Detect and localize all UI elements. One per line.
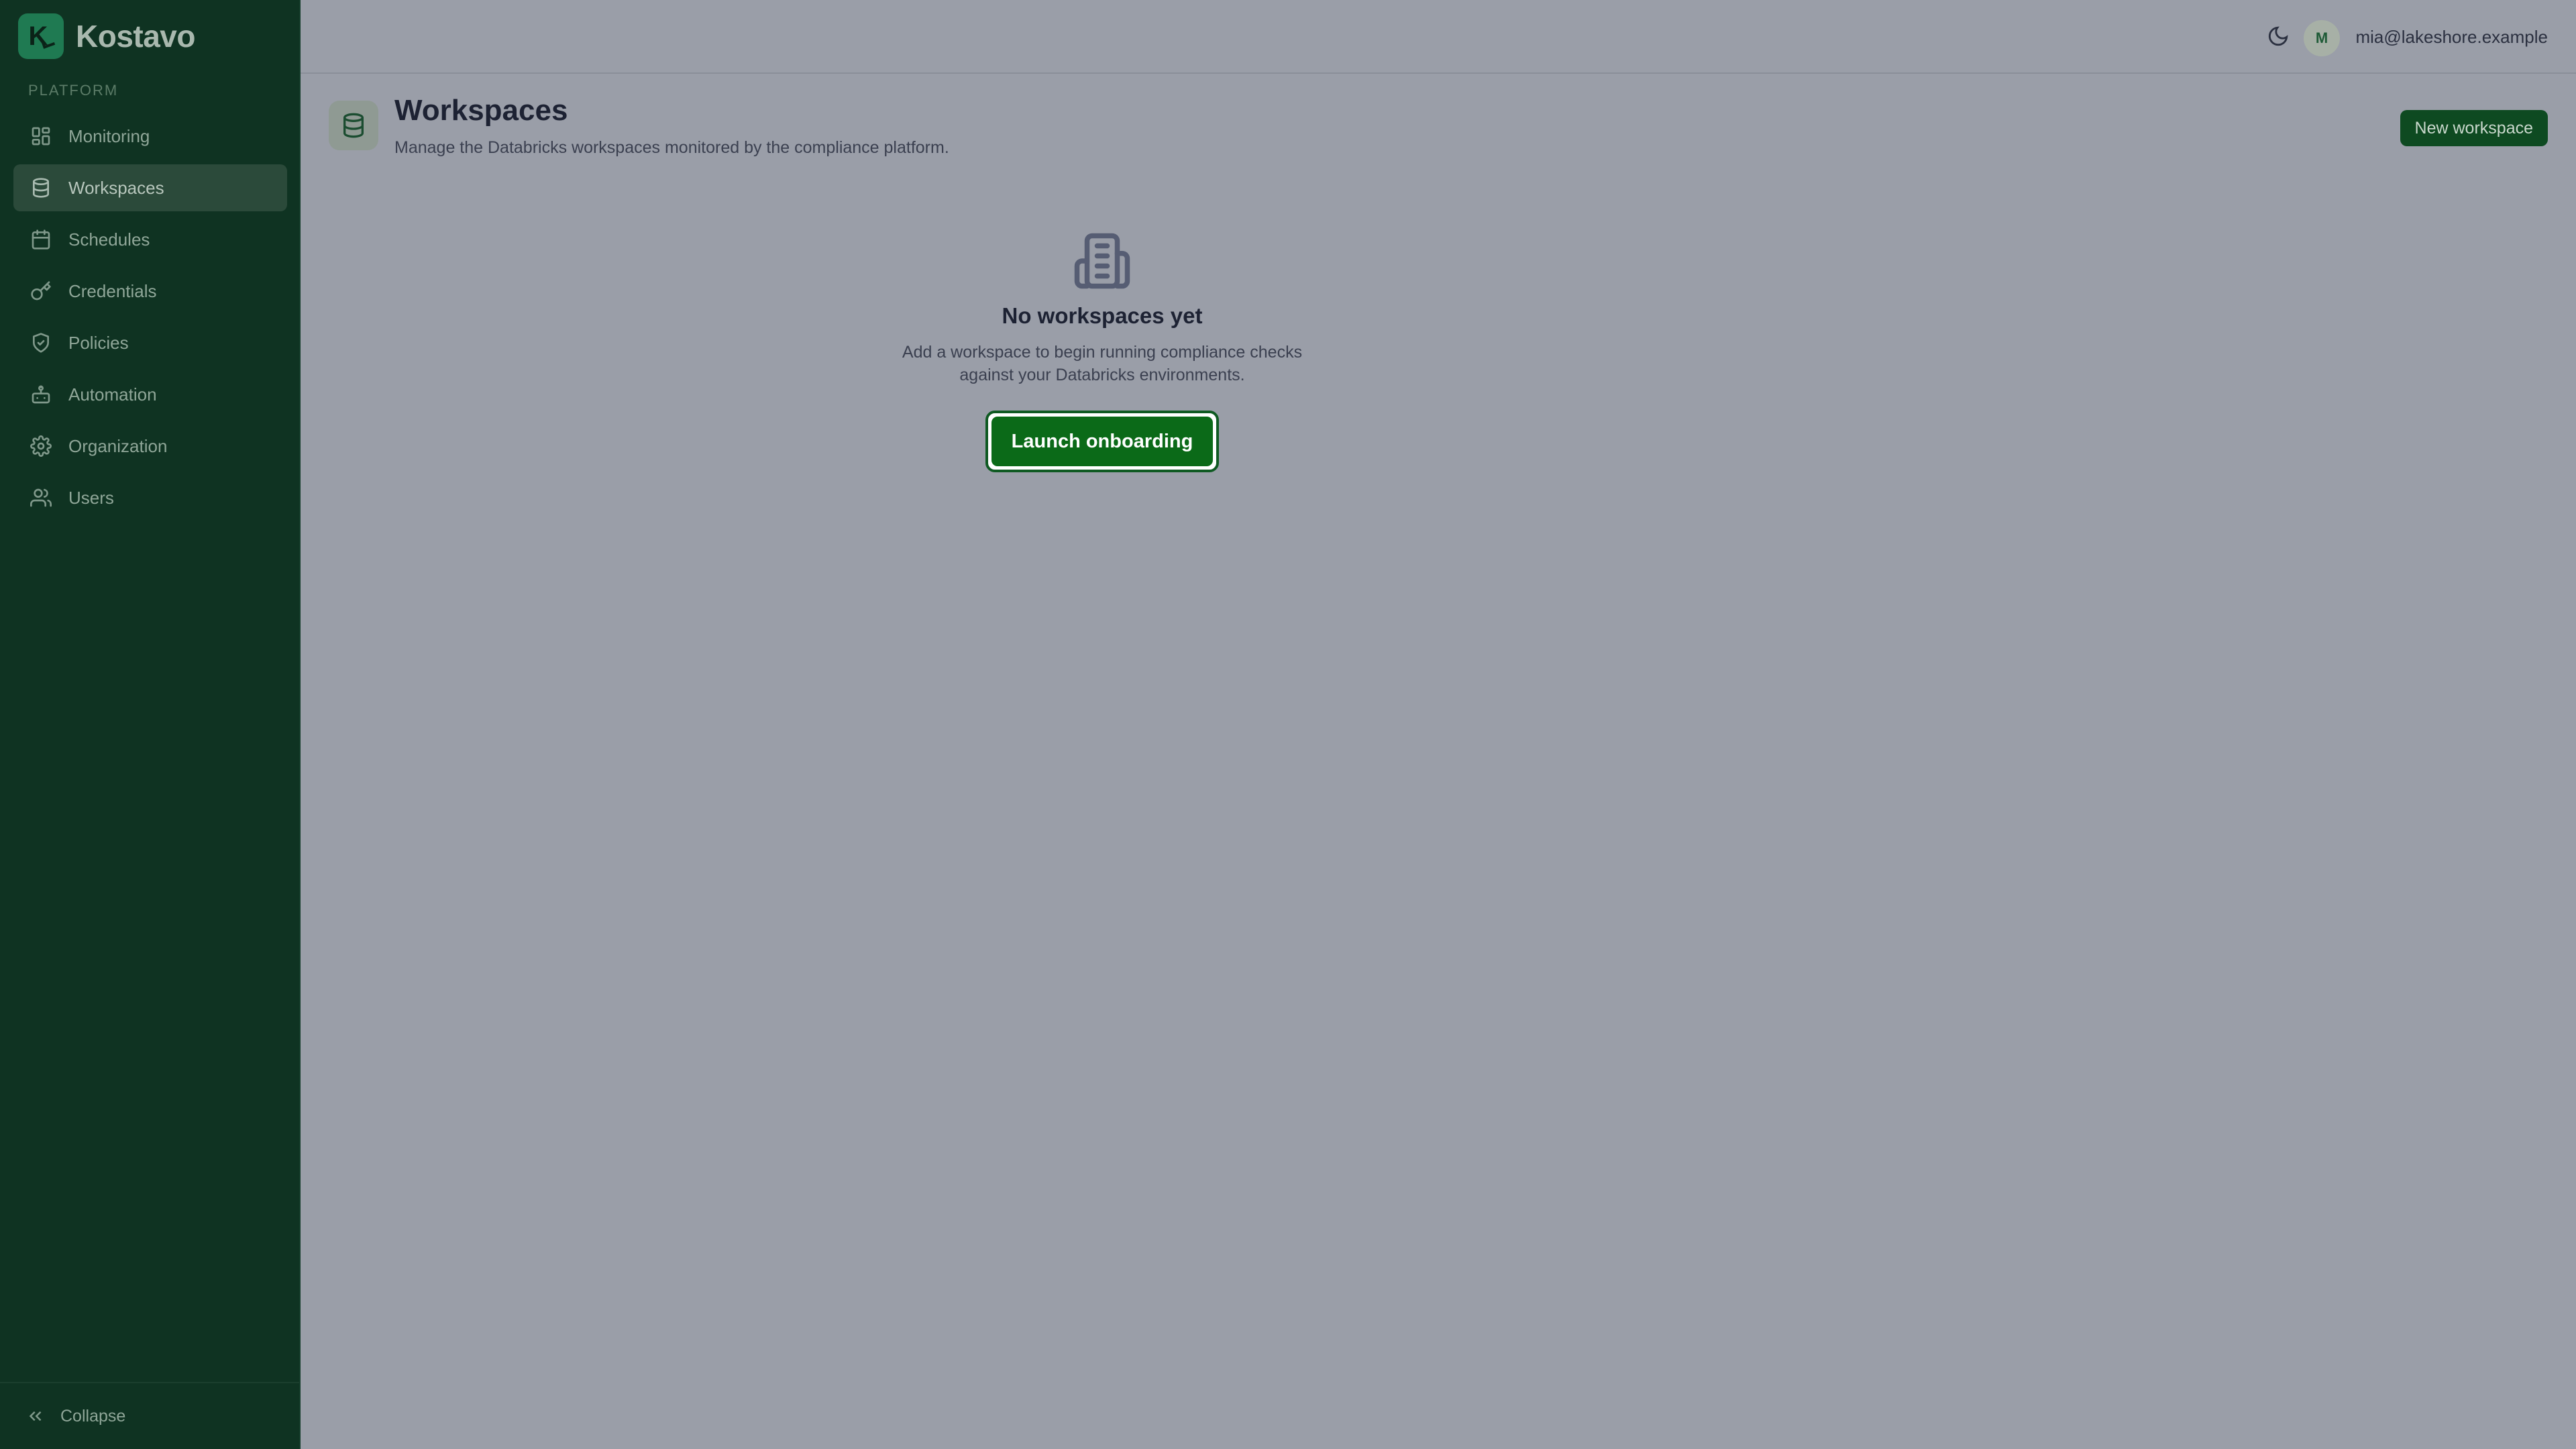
- avatar[interactable]: M: [2304, 20, 2340, 56]
- topbar: M mia@lakeshore.example: [301, 0, 2576, 74]
- database-icon: [343, 113, 364, 138]
- sidebar: K Kostavo PLATFORM Monitoring Workspaces…: [0, 0, 301, 1449]
- sidebar-item-label: Credentials: [68, 280, 157, 301]
- sidebar-item-workspaces[interactable]: Workspaces: [13, 164, 287, 211]
- sidebar-item-organization[interactable]: Organization: [13, 423, 287, 470]
- sidebar-item-label: Users: [68, 487, 114, 508]
- sidebar-item-automation[interactable]: Automation: [13, 371, 287, 418]
- collapse-label: Collapse: [60, 1406, 126, 1426]
- page-subtitle: Manage the Databricks workspaces monitor…: [394, 138, 949, 157]
- nav-section-label: PLATFORM: [28, 82, 119, 99]
- sidebar-item-monitoring[interactable]: Monitoring: [13, 113, 287, 160]
- users-icon: [30, 486, 52, 509]
- gear-icon: [30, 435, 52, 458]
- brand[interactable]: K Kostavo: [18, 13, 195, 59]
- building-icon: [1072, 231, 1132, 291]
- empty-state-description: Add a workspace to begin running complia…: [902, 343, 1303, 384]
- page-title: Workspaces: [394, 94, 568, 127]
- sidebar-item-label: Organization: [68, 435, 168, 456]
- moon-icon: [2268, 26, 2288, 46]
- launch-onboarding-focus-ring: Launch onboarding: [985, 411, 1220, 472]
- shield-icon: [30, 331, 52, 354]
- sidebar-item-label: Monitoring: [68, 125, 150, 146]
- user-email[interactable]: mia@lakeshore.example: [2355, 27, 2548, 48]
- launch-onboarding-button[interactable]: Launch onboarding: [991, 417, 1214, 466]
- database-icon: [30, 176, 52, 199]
- page-icon: [329, 101, 378, 150]
- brand-name: Kostavo: [76, 19, 195, 54]
- sidebar-item-credentials[interactable]: Credentials: [13, 268, 287, 315]
- sidebar-item-users[interactable]: Users: [13, 474, 287, 521]
- brand-logo: K: [18, 13, 64, 59]
- sidebar-item-schedules[interactable]: Schedules: [13, 216, 287, 263]
- calendar-icon: [30, 228, 52, 251]
- bot-icon: [30, 383, 52, 406]
- sidebar-item-policies[interactable]: Policies: [13, 319, 287, 366]
- new-workspace-button[interactable]: New workspace: [2400, 110, 2548, 146]
- empty-state-title: No workspaces yet: [1002, 303, 1203, 328]
- sidebar-item-label: Schedules: [68, 229, 150, 250]
- sidebar-nav: Monitoring Workspaces Schedules Credenti…: [13, 113, 287, 526]
- chevrons-left-icon: [29, 1411, 42, 1421]
- empty-state: No workspaces yet Add a workspace to beg…: [767, 231, 1438, 472]
- key-icon: [30, 280, 52, 303]
- sidebar-item-label: Workspaces: [68, 177, 164, 198]
- collapse-button[interactable]: Collapse: [0, 1382, 299, 1449]
- theme-toggle-button[interactable]: [2265, 23, 2292, 50]
- grid-icon: [30, 125, 52, 148]
- sidebar-item-label: Policies: [68, 332, 129, 353]
- sidebar-item-label: Automation: [68, 384, 157, 405]
